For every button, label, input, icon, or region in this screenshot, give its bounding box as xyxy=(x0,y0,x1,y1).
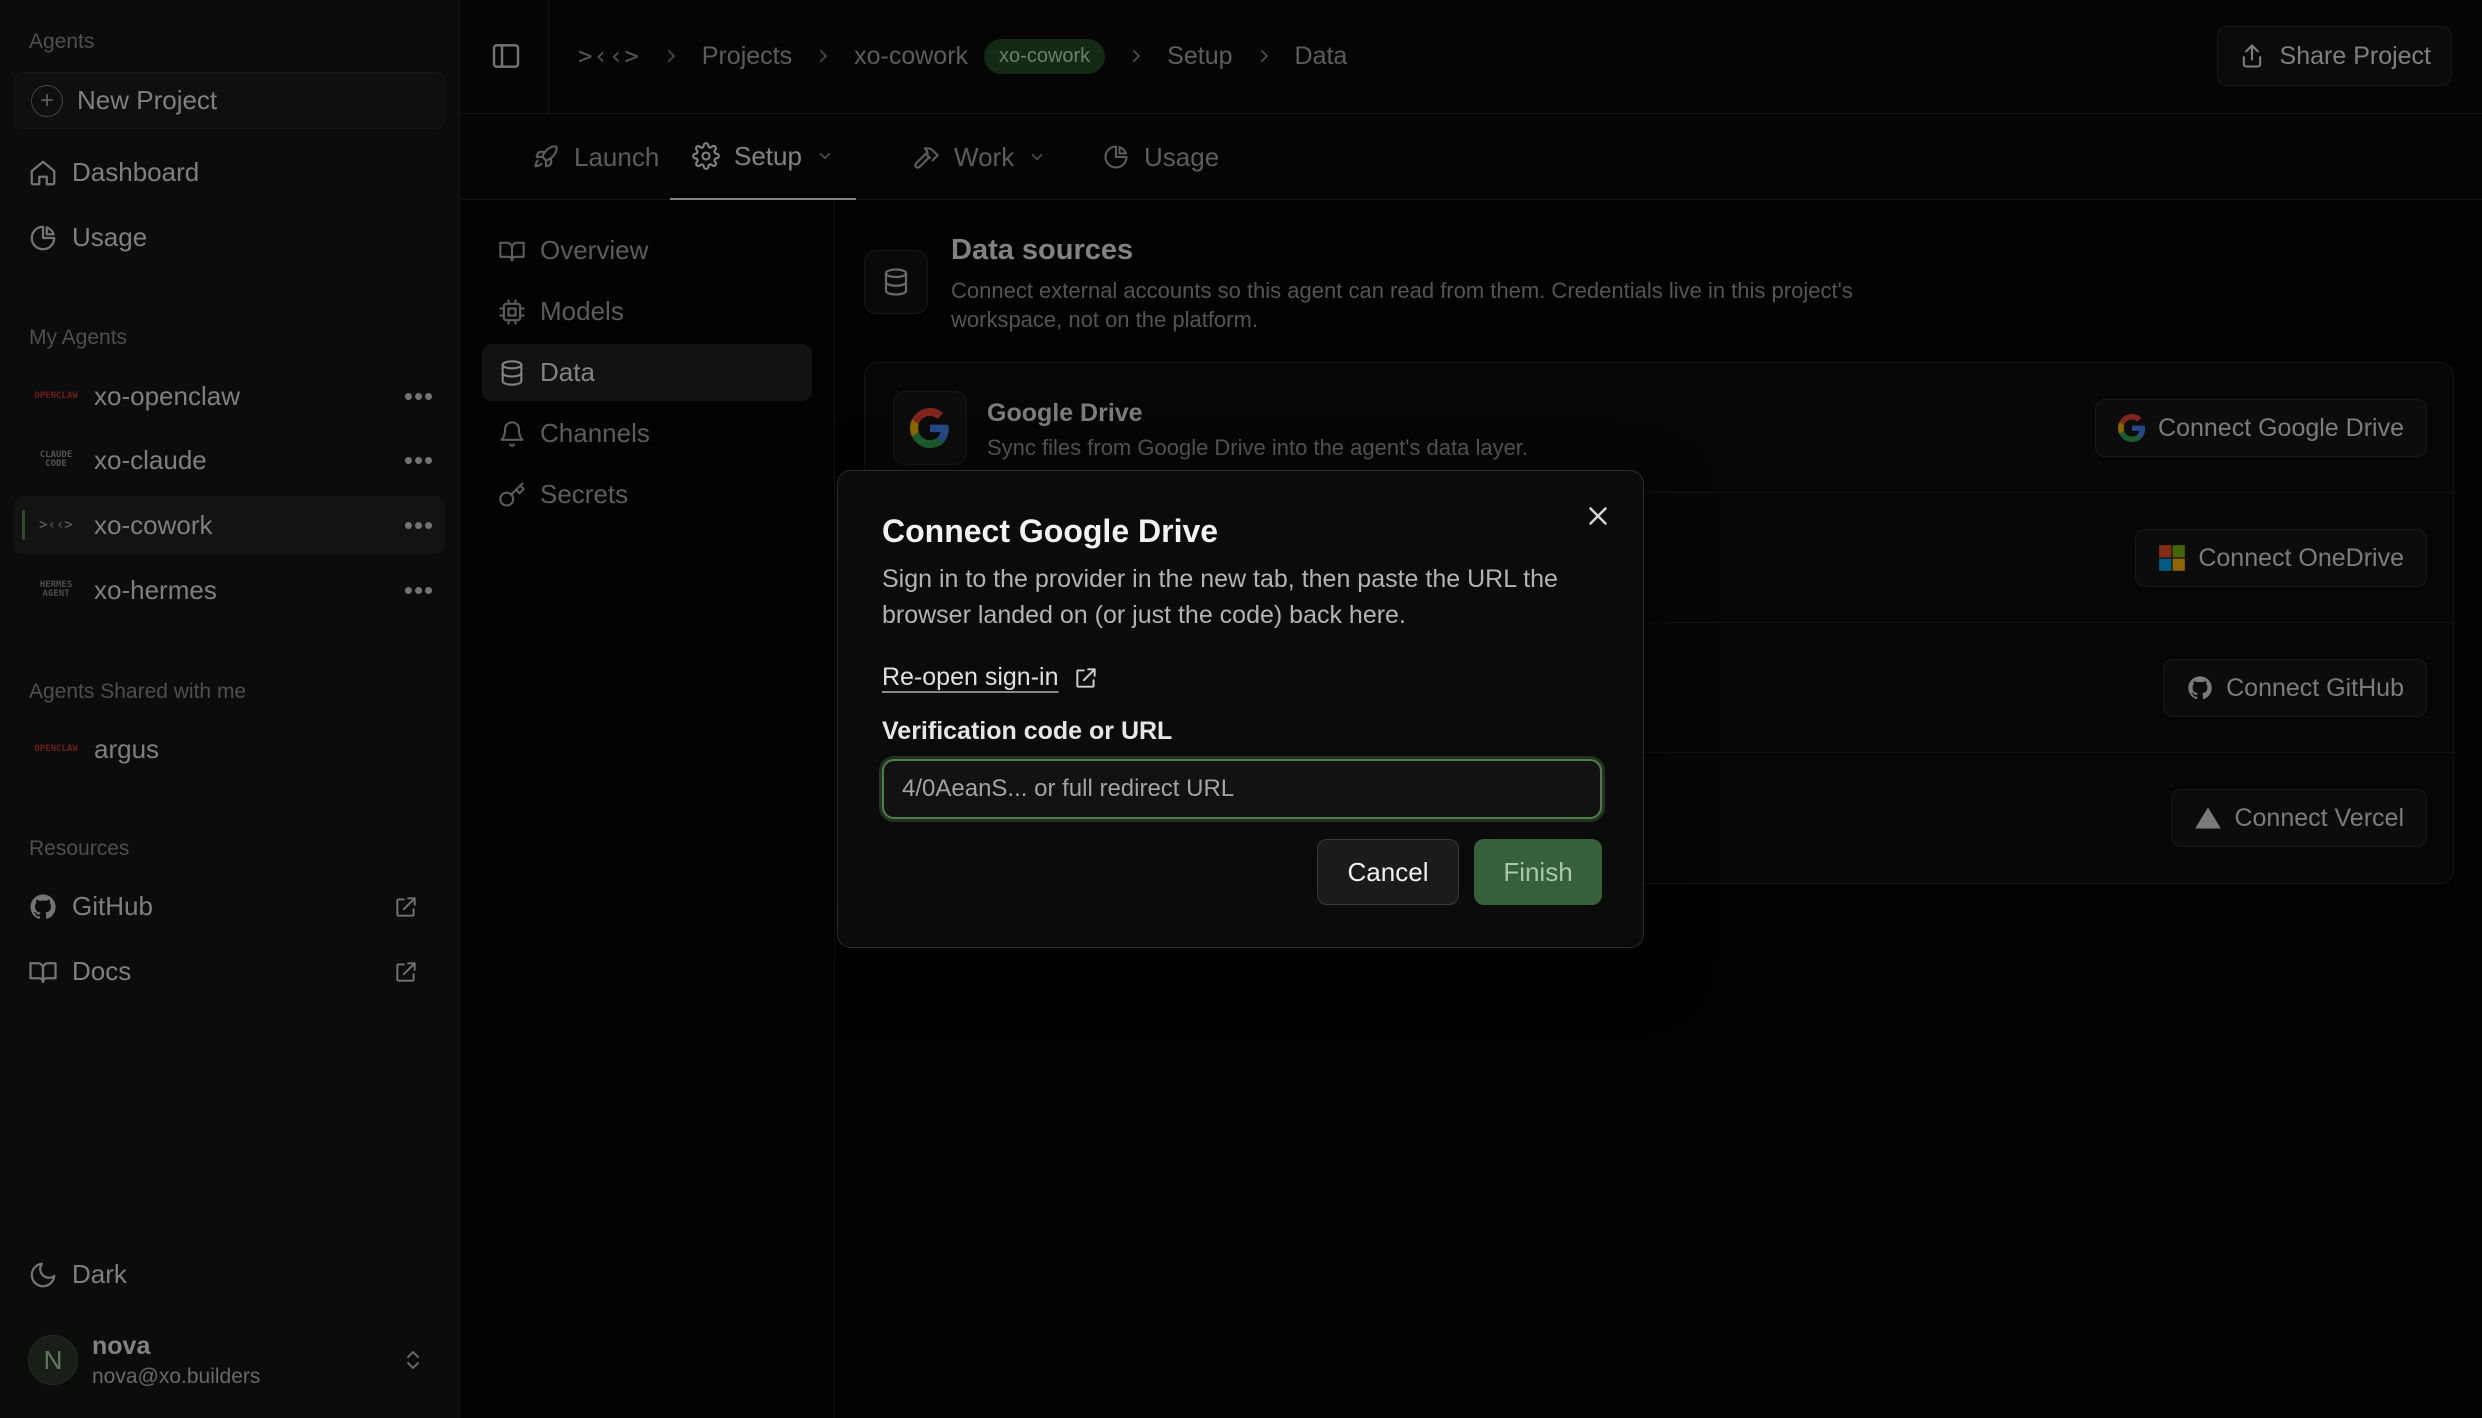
cancel-button[interactable]: Cancel xyxy=(1317,839,1459,905)
verification-field-label: Verification code or URL xyxy=(882,717,1173,745)
finish-button[interactable]: Finish xyxy=(1474,839,1602,905)
external-link-icon xyxy=(1075,667,1096,688)
dialog-description: Sign in to the provider in the new tab, … xyxy=(882,565,1558,629)
connect-google-drive-dialog: Connect Google Drive Sign in to the prov… xyxy=(837,470,1644,948)
dialog-title: Connect Google Drive xyxy=(882,513,1219,549)
verification-code-input[interactable] xyxy=(882,759,1602,819)
reopen-sign-in-link[interactable]: Re-open sign-in xyxy=(882,663,1099,692)
close-icon[interactable] xyxy=(1583,501,1613,531)
reopen-label: Re-open sign-in xyxy=(882,663,1059,691)
